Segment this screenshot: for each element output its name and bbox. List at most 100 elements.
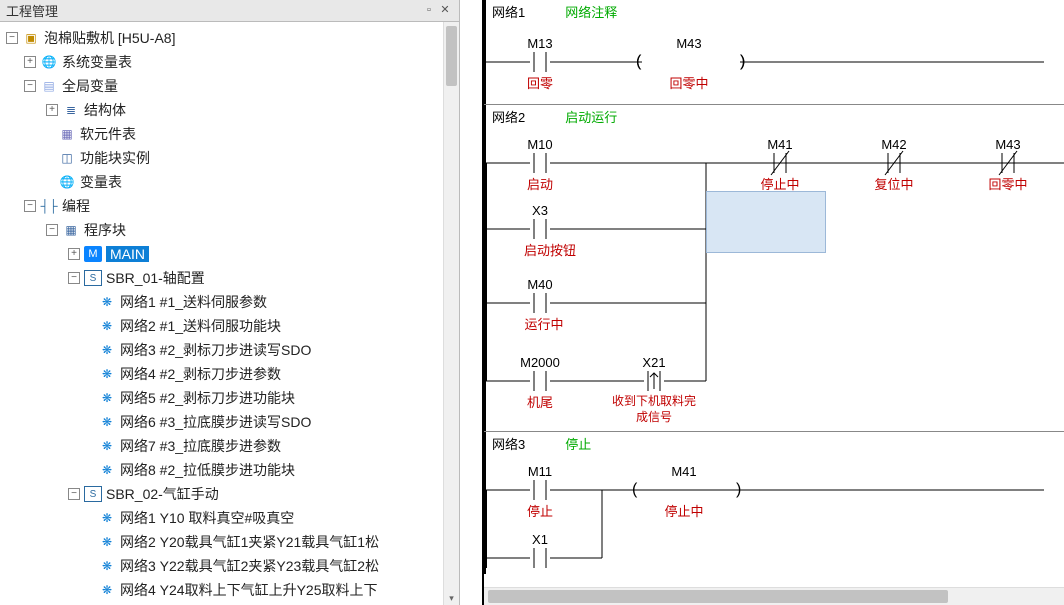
panel-title-bar: 工程管理 ▫ ✕ (0, 0, 459, 22)
globe-icon: 🌐 (40, 54, 58, 70)
tree-sfc[interactable]: ▦ 软元件表 (2, 122, 457, 146)
contact-x21[interactable]: X21 收到下机取料完 成信号 (612, 355, 696, 424)
sbr-icon: S (84, 270, 102, 286)
ladder-gutter (460, 0, 484, 605)
scroll-down-icon[interactable]: ▾ (444, 591, 459, 605)
svg-text:M2000: M2000 (520, 355, 560, 370)
scroll-thumb[interactable] (446, 26, 457, 86)
svg-text:X21: X21 (642, 355, 665, 370)
scroll-thumb[interactable] (488, 590, 948, 603)
coil-m41b[interactable]: () M41 停止中 (632, 464, 741, 519)
net-icon: ❋ (98, 366, 116, 382)
tree-net-item[interactable]: ❋网络3 #2_剥标刀步进读写SDO (2, 338, 457, 362)
net1-rung[interactable]: M13 回零 () () M43 回零中 (484, 26, 1064, 98)
contact-m43b[interactable]: M43 回零中 (988, 137, 1027, 192)
svg-text:M42: M42 (881, 137, 906, 152)
project-tree[interactable]: −▣ 泡棉贴敷机 [H5U-A8] +🌐 系统变量表 −▤ 全局变量 (0, 22, 459, 605)
net2-title: 启动运行 (565, 107, 617, 126)
tree-net-item[interactable]: ❋网络2 #1_送料伺服功能块 (2, 314, 457, 338)
highlight-box (706, 191, 826, 253)
contact-m13[interactable]: M13 回零 (527, 36, 553, 91)
net2-name: 网络2 (492, 107, 525, 126)
tree-prog-blocks[interactable]: −▦ 程序块 (2, 218, 457, 242)
tree-root[interactable]: −▣ 泡棉贴敷机 [H5U-A8] (2, 26, 457, 50)
tree-net-item[interactable]: ❋网络3 Y22载具气缸2夹紧Y23载具气缸2松 (2, 554, 457, 578)
net-icon: ❋ (98, 510, 116, 526)
svg-text:回零: 回零 (527, 76, 553, 91)
tree-sbr02[interactable]: −S SBR_02-气缸手动 (2, 482, 457, 506)
prog-icon: ┤├ (40, 198, 58, 214)
svg-text:M11: M11 (528, 464, 552, 479)
svg-text:复位中: 复位中 (874, 177, 913, 192)
folder-icon: ▤ (40, 78, 58, 94)
network-1[interactable]: 网络1 网络注释 M13 回零 (484, 0, 1064, 104)
contact-m42[interactable]: M42 复位中 (874, 137, 913, 192)
net-icon: ❋ (98, 582, 116, 598)
close-icon[interactable]: ✕ (437, 3, 453, 19)
main-icon: M (84, 246, 102, 262)
net3-rung[interactable]: M11 停止 () M41 停止中 (484, 458, 1064, 568)
net3-title: 停止 (565, 434, 591, 453)
tree-net-item[interactable]: ❋网络4 #2_剥标刀步进参数 (2, 362, 457, 386)
tree-prog[interactable]: −┤├ 编程 (2, 194, 457, 218)
net1-title: 网络注释 (565, 2, 617, 21)
tree-net-item[interactable]: ❋网络4 Y24取料上下气缸上升Y25取料上下 (2, 578, 457, 602)
net-icon: ❋ (98, 438, 116, 454)
svg-text:): ) (740, 53, 745, 70)
tree-net-item[interactable]: ❋网络6 #3_拉底膜步进读写SDO (2, 410, 457, 434)
contact-x1[interactable]: X1 (530, 532, 550, 568)
blocks-icon: ▦ (62, 222, 80, 238)
net-icon: ❋ (98, 318, 116, 334)
svg-text:M10: M10 (527, 137, 552, 152)
contact-m40[interactable]: M40 运行中 (524, 277, 563, 332)
svg-text:回零中: 回零中 (988, 177, 1027, 192)
svg-text:成信号: 成信号 (636, 410, 672, 424)
tree-struct[interactable]: +≣ 结构体 (2, 98, 457, 122)
net3-name: 网络3 (492, 434, 525, 453)
svg-text:机尾: 机尾 (527, 395, 553, 410)
network-2[interactable]: 网络2 启动运行 M10 启动 (484, 104, 1064, 431)
sbr-icon: S (84, 486, 102, 502)
tree-net-item[interactable]: ❋网络1 Y10 取料真空#吸真空 (2, 506, 457, 530)
tree-global[interactable]: −▤ 全局变量 (2, 74, 457, 98)
tree-net-item[interactable]: ❋网络5 #2_剥标刀步进功能块 (2, 386, 457, 410)
tree-fnblk[interactable]: ◫ 功能块实例 (2, 146, 457, 170)
svg-text:M40: M40 (527, 277, 552, 292)
svg-text:(: ( (632, 481, 638, 498)
svg-text:M43: M43 (995, 137, 1020, 152)
contact-m10[interactable]: M10 启动 (527, 137, 553, 192)
contact-m11[interactable]: M11 停止 (527, 464, 553, 519)
contact-x3[interactable]: X3 启动按钮 (524, 203, 576, 258)
svg-text:停止: 停止 (527, 504, 553, 519)
network-3[interactable]: 网络3 停止 M11 停止 (484, 431, 1064, 574)
contact-m2000[interactable]: M2000 机尾 (520, 355, 560, 410)
net-icon: ❋ (98, 534, 116, 550)
net-icon: ❋ (98, 342, 116, 358)
net2-rung[interactable]: M10 启动 M41 停止中 (484, 131, 1064, 435)
tree-sys-var[interactable]: +🌐 系统变量表 (2, 50, 457, 74)
tree-net-item[interactable]: ❋网络1 #1_送料伺服参数 (2, 290, 457, 314)
tree-net-item[interactable]: ❋网络7 #3_拉底膜步进参数 (2, 434, 457, 458)
svg-text:M43: M43 (676, 36, 701, 51)
svg-text:): ) (736, 481, 741, 498)
pin-icon[interactable]: ▫ (421, 3, 437, 19)
table-icon: ▦ (58, 126, 76, 142)
svg-text:(: ( (636, 53, 642, 70)
block-icon: ◫ (58, 150, 76, 166)
svg-text:X3: X3 (532, 203, 548, 218)
tree-vartab[interactable]: 🌐 变量表 (2, 170, 457, 194)
tree-net-item[interactable]: ❋网络2 Y20载具气缸1夹紧Y21载具气缸1松 (2, 530, 457, 554)
tree-sbr01[interactable]: −S SBR_01-轴配置 (2, 266, 457, 290)
project-icon: ▣ (22, 30, 40, 46)
tree-vscrollbar[interactable]: ▴ ▾ (443, 22, 459, 605)
svg-text:收到下机取料完: 收到下机取料完 (612, 393, 696, 408)
coil-m43[interactable]: () () M43 回零中 (636, 36, 745, 91)
tree-main[interactable]: +M MAIN (2, 242, 457, 266)
tree-net-item[interactable]: ❋网络8 #2_拉低膜步进功能块 (2, 458, 457, 482)
ladder-hscrollbar[interactable] (484, 587, 1064, 605)
svg-text:停止中: 停止中 (664, 504, 703, 519)
panel-title: 工程管理 (6, 1, 58, 20)
contact-m41[interactable]: M41 停止中 (760, 137, 799, 192)
struct-icon: ≣ (62, 102, 80, 118)
svg-text:启动按钮: 启动按钮 (524, 243, 576, 258)
